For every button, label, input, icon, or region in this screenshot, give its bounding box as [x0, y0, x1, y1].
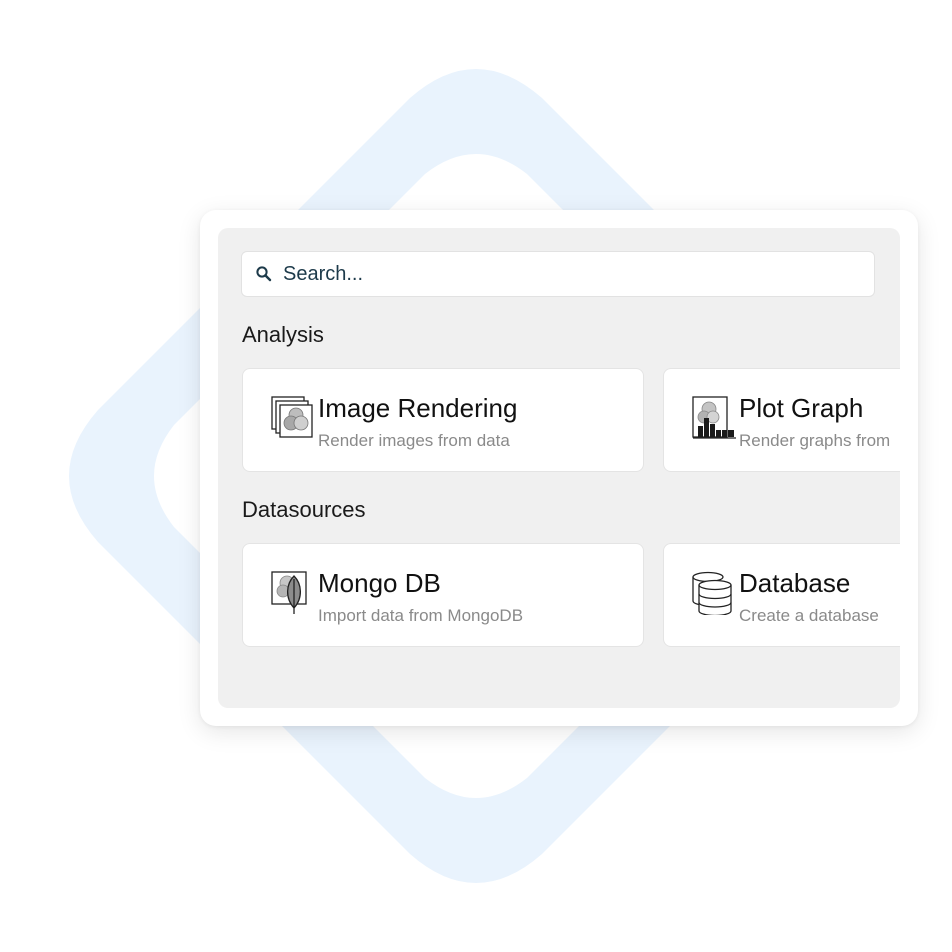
- app-canvas: Analysis Image Rendering Render images f…: [0, 0, 952, 952]
- mongodb-leaf-icon: [271, 571, 307, 614]
- search-box[interactable]: [241, 251, 875, 297]
- card-database[interactable]: Database Create a database: [663, 543, 900, 647]
- database-icon: [692, 571, 732, 615]
- search-input[interactable]: [283, 262, 843, 286]
- card-title: Image Rendering: [318, 393, 518, 423]
- card-mongo-db[interactable]: Mongo DB Import data from MongoDB: [242, 543, 644, 647]
- section-title-analysis: Analysis: [242, 322, 324, 347]
- card-plot-graph[interactable]: Plot Graph Render graphs from: [663, 368, 900, 472]
- section-title-datasources: Datasources: [242, 497, 366, 522]
- command-palette: Analysis Image Rendering Render images f…: [218, 228, 900, 708]
- image-rendering-icon: [271, 396, 313, 438]
- card-description: Render graphs from: [739, 431, 891, 450]
- card-description: Import data from MongoDB: [318, 606, 524, 625]
- card-title: Mongo DB: [318, 568, 441, 598]
- search-icon: [255, 265, 273, 283]
- card-image-rendering[interactable]: Image Rendering Render images from data: [242, 368, 644, 472]
- card-title: Plot Graph: [739, 393, 864, 423]
- card-description: Create a database: [739, 606, 879, 625]
- card-title: Database: [739, 568, 851, 598]
- card-description: Render images from data: [318, 431, 510, 450]
- plot-graph-icon: [692, 396, 736, 439]
